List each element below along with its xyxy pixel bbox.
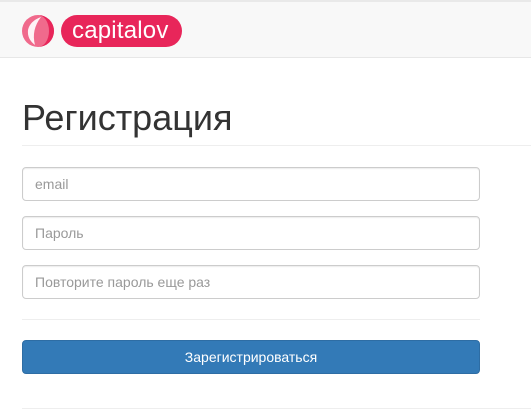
top-navbar: capitalov	[0, 0, 531, 58]
form-divider	[22, 319, 480, 320]
navbar-top-line	[0, 0, 531, 2]
brand-logo-link[interactable]: capitalov	[22, 14, 182, 48]
title-divider	[22, 145, 531, 146]
footer-divider	[22, 408, 531, 409]
capitalov-logo-icon	[22, 15, 54, 47]
password-field[interactable]	[22, 216, 480, 250]
password-repeat-field[interactable]	[22, 265, 480, 299]
email-field[interactable]	[22, 167, 480, 201]
brand-name: capitalov	[61, 15, 182, 47]
register-button[interactable]: Зарегистрироваться	[22, 340, 480, 374]
page-title: Регистрация	[22, 97, 233, 138]
